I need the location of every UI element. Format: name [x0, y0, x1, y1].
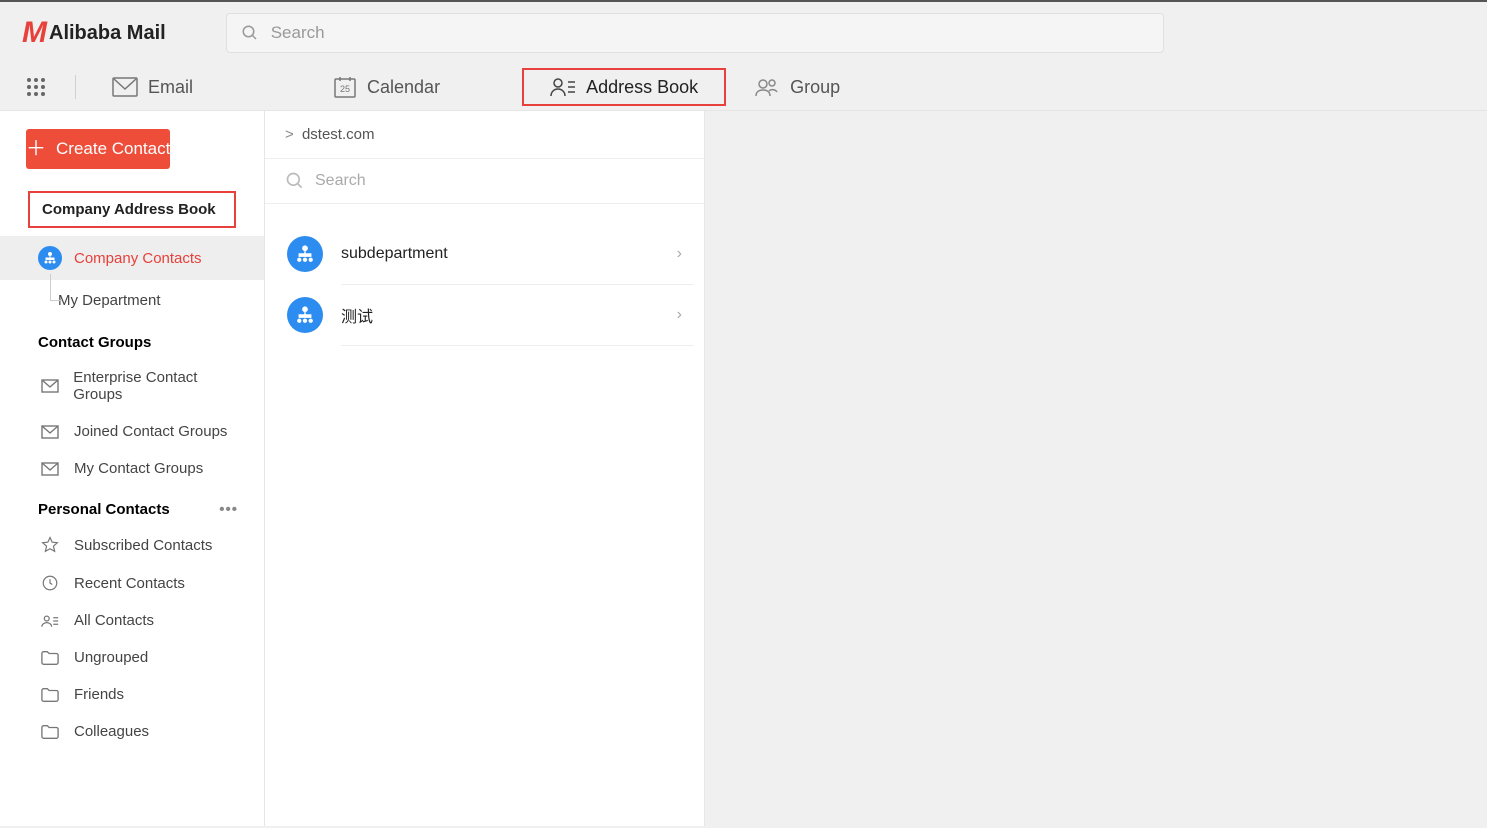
sidebar-item-my-contact-groups[interactable]: My Contact Groups: [0, 450, 264, 487]
department-row[interactable]: subdepartment ›: [265, 224, 704, 284]
chevron-right-icon: ›: [677, 306, 682, 324]
sidebar-item-label: Ungrouped: [74, 649, 148, 666]
sidebar-item-label: My Contact Groups: [74, 460, 203, 477]
sidebar-item-label: My Department: [58, 292, 161, 309]
sidebar-item-colleagues[interactable]: Colleagues: [0, 713, 264, 750]
sidebar-item-ungrouped[interactable]: Ungrouped: [0, 639, 264, 676]
tab-email-label: Email: [148, 77, 193, 98]
sidebar-item-label: Colleagues: [74, 723, 149, 740]
search-icon: [285, 171, 305, 191]
department-list: subdepartment › 测试 ›: [265, 204, 704, 346]
sidebar-item-all-contacts[interactable]: All Contacts: [0, 602, 264, 639]
chevron-right-icon: ›: [677, 245, 682, 263]
tab-group[interactable]: Group: [738, 68, 856, 106]
folder-icon: [40, 687, 60, 703]
create-contact-label: Create Contact: [56, 139, 170, 159]
breadcrumb-root: dstest.com: [302, 126, 375, 143]
apps-grid-icon[interactable]: [27, 78, 45, 96]
content-panel: > dstest.com subdepartment › 测试 ›: [265, 111, 705, 826]
tab-email[interactable]: Email: [96, 68, 209, 106]
department-name: subdepartment: [341, 245, 659, 263]
org-tree-icon: [38, 246, 62, 270]
folder-icon: [40, 724, 60, 740]
sidebar-item-label: Joined Contact Groups: [74, 423, 227, 440]
top-bar: M Alibaba Mail: [0, 2, 1487, 64]
clock-icon: [40, 574, 60, 592]
org-tree-icon: [287, 236, 323, 272]
envelope-icon: [40, 425, 60, 439]
content-search-input[interactable]: [315, 172, 684, 190]
sidebar-item-label: Subscribed Contacts: [74, 537, 212, 554]
department-name: 测试: [341, 303, 659, 327]
sidebar: ＋ Create Contact Company Address Book Co…: [0, 111, 265, 826]
more-icon[interactable]: •••: [219, 501, 238, 518]
divider: [75, 75, 76, 99]
divider: [341, 345, 694, 346]
global-search[interactable]: [226, 13, 1164, 53]
brand-logo: M Alibaba Mail: [22, 16, 166, 50]
create-contact-button[interactable]: ＋ Create Contact: [26, 129, 170, 169]
email-icon: [112, 77, 138, 97]
department-row[interactable]: 测试 ›: [265, 285, 704, 345]
org-tree-icon: [287, 297, 323, 333]
sidebar-item-label: Company Contacts: [74, 250, 202, 267]
tab-bar: Email 25 Calendar Address Book Group: [0, 64, 1487, 111]
sidebar-item-label: Friends: [74, 686, 124, 703]
svg-text:25: 25: [340, 84, 350, 94]
logo-m-icon: M: [22, 16, 45, 50]
envelope-icon: [40, 379, 59, 393]
tab-group-label: Group: [790, 77, 840, 98]
calendar-icon: 25: [333, 75, 357, 99]
envelope-icon: [40, 462, 60, 476]
sidebar-item-label: Enterprise Contact Groups: [73, 369, 244, 403]
contacts-icon: [40, 613, 60, 629]
sidebar-item-company-contacts[interactable]: Company Contacts: [0, 236, 264, 280]
personal-contacts-title: Personal Contacts •••: [0, 487, 264, 526]
search-icon: [241, 24, 259, 42]
global-search-input[interactable]: [271, 23, 1149, 43]
sidebar-item-my-department[interactable]: My Department: [0, 280, 264, 320]
sidebar-item-label: Recent Contacts: [74, 575, 185, 592]
brand-name: Alibaba Mail: [49, 22, 166, 45]
contact-groups-title: Contact Groups: [0, 320, 264, 359]
chevron-right-icon: >: [285, 126, 294, 143]
sidebar-item-label: All Contacts: [74, 612, 154, 629]
address-book-icon: [550, 76, 576, 98]
detail-panel: [705, 111, 1487, 826]
sidebar-item-friends[interactable]: Friends: [0, 676, 264, 713]
sidebar-item-recent[interactable]: Recent Contacts: [0, 564, 264, 602]
group-icon: [754, 76, 780, 98]
sidebar-item-subscribed[interactable]: Subscribed Contacts: [0, 526, 264, 564]
tab-calendar-label: Calendar: [367, 77, 440, 98]
tab-address-book[interactable]: Address Book: [522, 68, 726, 106]
breadcrumb[interactable]: > dstest.com: [265, 111, 704, 159]
star-icon: [40, 536, 60, 554]
content-search[interactable]: [265, 159, 704, 204]
company-address-book-title: Company Address Book: [28, 191, 236, 228]
folder-icon: [40, 650, 60, 666]
sidebar-item-joined-groups[interactable]: Joined Contact Groups: [0, 413, 264, 450]
tab-calendar[interactable]: 25 Calendar: [317, 68, 456, 106]
plus-icon: ＋: [26, 139, 46, 159]
sidebar-item-enterprise-groups[interactable]: Enterprise Contact Groups: [0, 359, 264, 413]
tab-address-book-label: Address Book: [586, 77, 698, 98]
